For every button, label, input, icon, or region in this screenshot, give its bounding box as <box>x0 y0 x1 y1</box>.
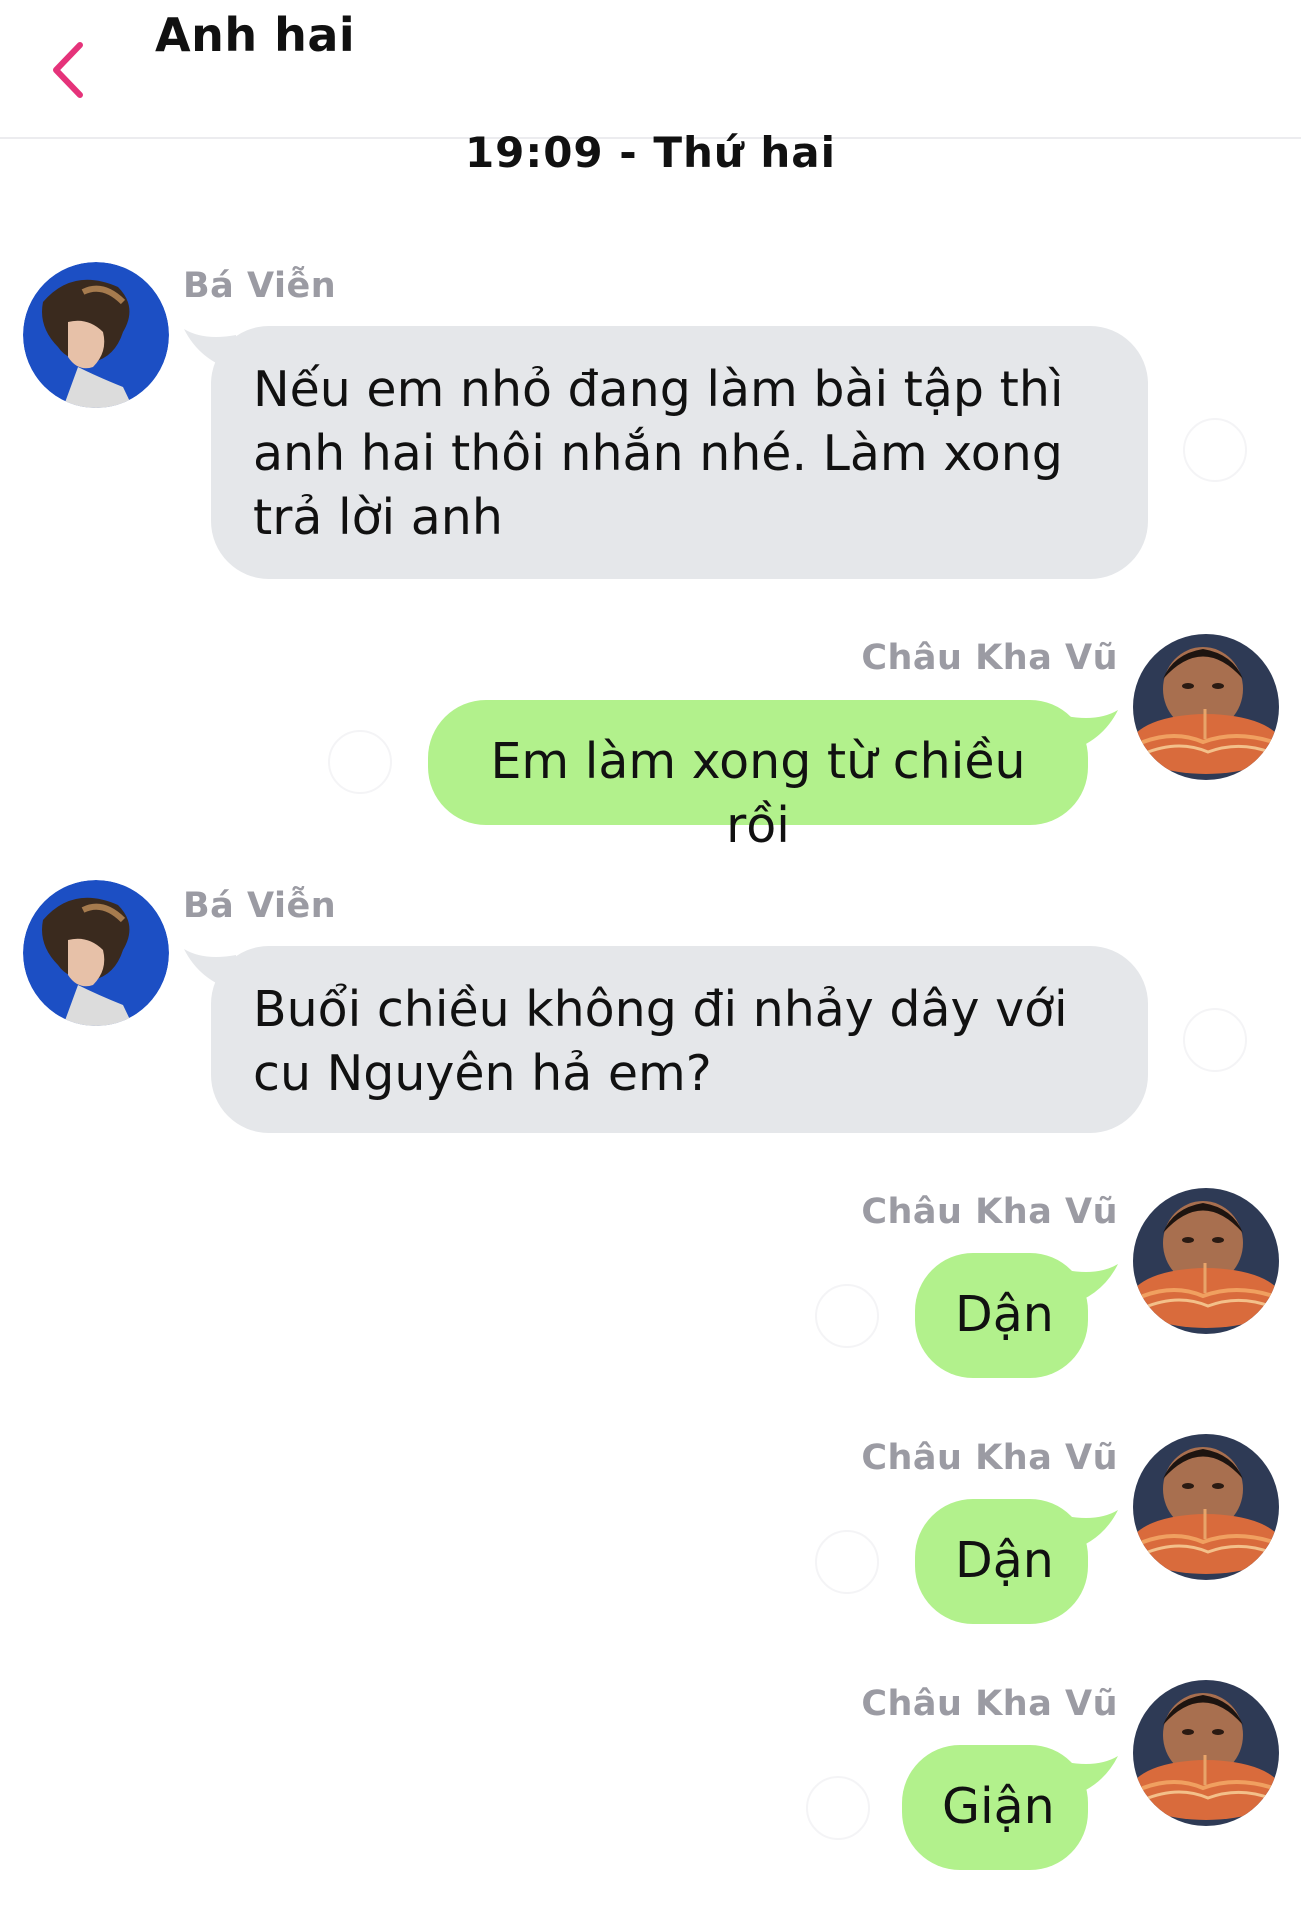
reaction-button[interactable] <box>1183 418 1247 482</box>
message-bubble-outgoing[interactable]: Giận <box>902 1745 1088 1870</box>
sender-name: Châu Kha Vũ <box>861 638 1118 678</box>
message-bubble-incoming[interactable]: Nếu em nhỏ đang làm bài tập thì anh hai … <box>211 326 1148 579</box>
reaction-button[interactable] <box>328 730 392 794</box>
chevron-left-icon <box>53 42 83 98</box>
message-timestamp: 19:09 - Thứ hai <box>464 128 837 177</box>
chat-header: Anh hai <box>0 0 1301 139</box>
sender-name: Châu Kha Vũ <box>861 1192 1118 1232</box>
avatar[interactable] <box>23 262 169 408</box>
avatar[interactable] <box>1133 1434 1279 1580</box>
avatar[interactable] <box>1133 634 1279 780</box>
reaction-button[interactable] <box>806 1776 870 1840</box>
reaction-button[interactable] <box>815 1530 879 1594</box>
message-bubble-outgoing[interactable]: Dận <box>915 1253 1088 1378</box>
message-bubble-incoming[interactable]: Buổi chiều không đi nhảy dây với cu Nguy… <box>211 946 1148 1133</box>
chat-title: Anh hai <box>155 8 356 62</box>
avatar[interactable] <box>1133 1680 1279 1826</box>
reaction-button[interactable] <box>815 1284 879 1348</box>
reaction-button[interactable] <box>1183 1008 1247 1072</box>
message-bubble-outgoing[interactable]: Dận <box>915 1499 1088 1624</box>
sender-name: Bá Viễn <box>183 886 337 926</box>
avatar[interactable] <box>23 880 169 1026</box>
message-bubble-outgoing[interactable]: Em làm xong từ chiều rồi <box>428 700 1088 854</box>
sender-name: Châu Kha Vũ <box>861 1684 1118 1724</box>
sender-name: Bá Viễn <box>183 266 337 306</box>
sender-name: Châu Kha Vũ <box>861 1438 1118 1478</box>
back-button[interactable] <box>40 30 100 110</box>
avatar[interactable] <box>1133 1188 1279 1334</box>
